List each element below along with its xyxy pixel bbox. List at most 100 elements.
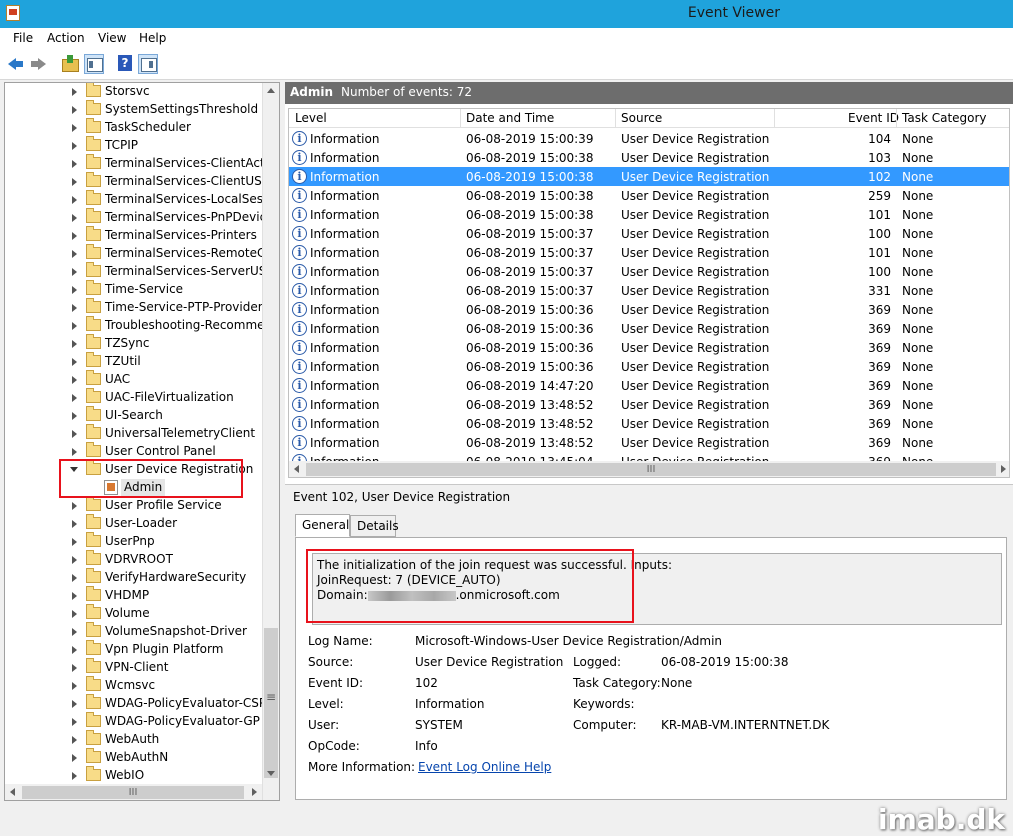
col-source[interactable]: Source bbox=[621, 111, 662, 125]
col-date-time[interactable]: Date and Time bbox=[466, 111, 554, 125]
tab-details[interactable]: Details bbox=[350, 515, 399, 537]
collapsed-arrow-icon[interactable] bbox=[72, 358, 77, 366]
tree-item[interactable]: TerminalServices-ClientActive bbox=[5, 154, 279, 173]
tree-item[interactable]: Volume bbox=[5, 604, 263, 623]
menu-help[interactable]: Help bbox=[139, 31, 166, 45]
tree-item[interactable]: VDRVROOT bbox=[5, 550, 263, 569]
tree-horizontal-scrollbar[interactable]: III bbox=[5, 784, 262, 800]
col-event-id[interactable]: Event ID bbox=[848, 111, 899, 125]
collapsed-arrow-icon[interactable] bbox=[72, 682, 77, 690]
event-row[interactable]: i Information 06-08-2019 15:00:38 User Devi… bbox=[289, 167, 1009, 186]
tree-item[interactable]: TerminalServices-Printers bbox=[5, 226, 263, 245]
collapsed-arrow-icon[interactable] bbox=[72, 196, 77, 204]
collapsed-arrow-icon[interactable] bbox=[72, 754, 77, 762]
back-arrow-icon[interactable] bbox=[6, 54, 26, 74]
collapsed-arrow-icon[interactable] bbox=[72, 286, 77, 294]
tree-item[interactable]: UAC bbox=[5, 370, 263, 389]
scroll-right-icon[interactable] bbox=[1001, 465, 1006, 473]
collapsed-arrow-icon[interactable] bbox=[72, 610, 77, 618]
up-folder-icon[interactable] bbox=[60, 54, 80, 74]
collapsed-arrow-icon[interactable] bbox=[72, 322, 77, 330]
collapsed-arrow-icon[interactable] bbox=[72, 646, 77, 654]
collapsed-arrow-icon[interactable] bbox=[72, 304, 77, 312]
scroll-thumb[interactable]: III bbox=[22, 786, 244, 799]
menu-view[interactable]: View bbox=[98, 31, 126, 45]
tree-item[interactable]: TerminalServices-ServerUSBD bbox=[5, 262, 279, 281]
collapsed-arrow-icon[interactable] bbox=[72, 268, 77, 276]
event-row[interactable]: i Information 06-08-2019 15:00:38 User Devi… bbox=[289, 205, 1009, 224]
event-row[interactable]: i Information 06-08-2019 15:00:37 User Devi… bbox=[289, 243, 1009, 262]
help-icon[interactable] bbox=[116, 54, 136, 74]
menu-file[interactable]: File bbox=[13, 31, 33, 45]
tree-item[interactable]: VHDMP bbox=[5, 586, 263, 605]
event-row[interactable]: i Information 06-08-2019 15:00:36 User Devi… bbox=[289, 319, 1009, 338]
tree-item[interactable]: VPN-Client bbox=[5, 658, 263, 677]
collapsed-arrow-icon[interactable] bbox=[72, 700, 77, 708]
tree-item[interactable]: TZSync bbox=[5, 334, 263, 353]
collapsed-arrow-icon[interactable] bbox=[72, 736, 77, 744]
tree-item[interactable]: TCPIP bbox=[5, 136, 263, 155]
tree-item[interactable]: UniversalTelemetryClient bbox=[5, 424, 263, 443]
tree-item[interactable]: Time-Service bbox=[5, 280, 263, 299]
collapsed-arrow-icon[interactable] bbox=[72, 664, 77, 672]
tree-item[interactable]: TaskScheduler bbox=[5, 118, 263, 137]
tree-item[interactable]: UI-Search bbox=[5, 406, 263, 425]
collapsed-arrow-icon[interactable] bbox=[72, 502, 77, 510]
col-task-category[interactable]: Task Category bbox=[902, 111, 987, 125]
col-level[interactable]: Level bbox=[295, 111, 327, 125]
tree-item[interactable]: WebAuth bbox=[5, 730, 263, 749]
collapsed-arrow-icon[interactable] bbox=[72, 394, 77, 402]
tree-item[interactable]: WebAuthN bbox=[5, 748, 263, 767]
tree-item[interactable]: SystemSettingsThreshold bbox=[5, 100, 263, 119]
scroll-left-icon[interactable] bbox=[294, 465, 299, 473]
scroll-right-icon[interactable] bbox=[252, 788, 257, 796]
collapsed-arrow-icon[interactable] bbox=[72, 376, 77, 384]
collapsed-arrow-icon[interactable] bbox=[72, 592, 77, 600]
event-row[interactable]: i Information 06-08-2019 15:00:36 User Devi… bbox=[289, 300, 1009, 319]
collapsed-arrow-icon[interactable] bbox=[72, 250, 77, 258]
event-row[interactable]: i Information 06-08-2019 15:00:36 User Devi… bbox=[289, 357, 1009, 376]
show-hide-action-pane-icon[interactable] bbox=[138, 54, 158, 74]
tree-vertical-scrollbar[interactable] bbox=[262, 83, 279, 800]
event-row[interactable]: i Information 06-08-2019 13:48:52 User Devi… bbox=[289, 414, 1009, 433]
collapsed-arrow-icon[interactable] bbox=[72, 232, 77, 240]
tab-general[interactable]: General bbox=[295, 514, 350, 537]
event-log-online-help-link[interactable]: Event Log Online Help bbox=[418, 760, 551, 774]
collapsed-arrow-icon[interactable] bbox=[72, 448, 77, 456]
collapsed-arrow-icon[interactable] bbox=[72, 88, 77, 96]
collapsed-arrow-icon[interactable] bbox=[72, 178, 77, 186]
event-row[interactable]: i Information 06-08-2019 15:00:37 User Devi… bbox=[289, 281, 1009, 300]
tree-item[interactable]: Time-Service-PTP-Provider bbox=[5, 298, 263, 317]
show-hide-console-tree-icon[interactable] bbox=[84, 54, 104, 74]
collapsed-arrow-icon[interactable] bbox=[72, 124, 77, 132]
tree-item[interactable]: WDAG-PolicyEvaluator-GP bbox=[5, 712, 263, 731]
tree-item[interactable]: TerminalServices-ClientUSBDe bbox=[5, 172, 279, 191]
event-row[interactable]: i Information 06-08-2019 15:00:37 User Devi… bbox=[289, 262, 1009, 281]
tree-item[interactable]: TerminalServices-RemoteCon bbox=[5, 244, 279, 263]
collapsed-arrow-icon[interactable] bbox=[72, 574, 77, 582]
collapsed-arrow-icon[interactable] bbox=[72, 430, 77, 438]
event-row[interactable]: i Information 06-08-2019 15:00:36 User Devi… bbox=[289, 338, 1009, 357]
tree-item[interactable]: Troubleshooting-Recommend bbox=[5, 316, 279, 335]
scroll-thumb[interactable]: III bbox=[306, 463, 996, 476]
event-row[interactable]: i Information 06-08-2019 15:00:38 User Devi… bbox=[289, 186, 1009, 205]
scroll-thumb[interactable] bbox=[264, 628, 278, 778]
scroll-down-icon[interactable] bbox=[267, 771, 275, 776]
tree-item[interactable]: VerifyHardwareSecurity bbox=[5, 568, 263, 587]
tree-item[interactable]: Storsvc bbox=[5, 83, 263, 101]
event-row[interactable]: i Information 06-08-2019 15:00:37 User Devi… bbox=[289, 224, 1009, 243]
collapsed-arrow-icon[interactable] bbox=[72, 412, 77, 420]
scroll-left-icon[interactable] bbox=[10, 788, 15, 796]
tree-item[interactable]: WDAG-PolicyEvaluator-CSP bbox=[5, 694, 266, 713]
tree-item[interactable]: TerminalServices-LocalSession bbox=[5, 190, 279, 209]
collapsed-arrow-icon[interactable] bbox=[72, 214, 77, 222]
scroll-up-icon[interactable] bbox=[267, 88, 275, 93]
collapsed-arrow-icon[interactable] bbox=[72, 772, 77, 780]
collapsed-arrow-icon[interactable] bbox=[72, 538, 77, 546]
collapsed-arrow-icon[interactable] bbox=[72, 160, 77, 168]
collapsed-arrow-icon[interactable] bbox=[72, 628, 77, 636]
collapsed-arrow-icon[interactable] bbox=[72, 520, 77, 528]
event-row[interactable]: i Information 06-08-2019 13:48:52 User Devi… bbox=[289, 433, 1009, 452]
tree-item[interactable]: TZUtil bbox=[5, 352, 263, 371]
event-row[interactable]: i Information 06-08-2019 14:47:20 User Devi… bbox=[289, 376, 1009, 395]
